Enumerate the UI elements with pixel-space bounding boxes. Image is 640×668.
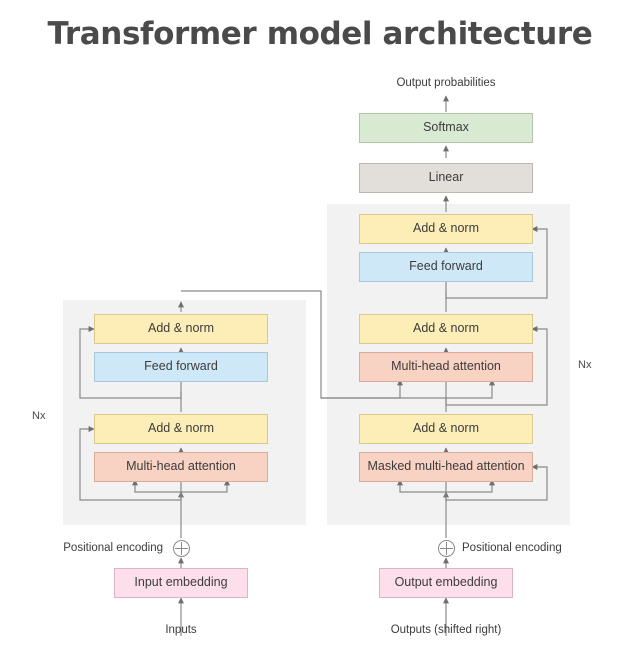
encoder-repeat-count-label: Nx bbox=[32, 410, 46, 422]
decoder-output-embedding[interactable]: Output embedding bbox=[379, 568, 513, 598]
caption-positional-encoding-right: Positional encoding bbox=[462, 542, 562, 554]
diagram-canvas: Transformer model architecture Softmax L… bbox=[0, 0, 640, 668]
decoder-block-masked-multi-head-attention[interactable]: Masked multi-head attention bbox=[359, 452, 533, 482]
decoder-block-add-norm-ffn[interactable]: Add & norm bbox=[359, 214, 533, 244]
decoder-block-add-norm-masked[interactable]: Add & norm bbox=[359, 414, 533, 444]
decoder-block-feed-forward[interactable]: Feed forward bbox=[359, 252, 533, 282]
caption-outputs-shifted-right: Outputs (shifted right) bbox=[390, 624, 502, 636]
encoder-block-add-norm-attention[interactable]: Add & norm bbox=[94, 414, 268, 444]
encoder-input-embedding[interactable]: Input embedding bbox=[114, 568, 248, 598]
caption-inputs: Inputs bbox=[165, 624, 197, 636]
encoder-block-add-norm-ffn[interactable]: Add & norm bbox=[94, 314, 268, 344]
decoder-block-linear[interactable]: Linear bbox=[359, 163, 533, 193]
caption-output-probabilities: Output probabilities bbox=[396, 77, 496, 89]
encoder-block-multi-head-attention[interactable]: Multi-head attention bbox=[94, 452, 268, 482]
caption-positional-encoding-left: Positional encoding bbox=[63, 542, 163, 554]
decoder-block-multi-head-attention[interactable]: Multi-head attention bbox=[359, 352, 533, 382]
positional-encoding-add-icon-right bbox=[438, 540, 455, 557]
encoder-block-feed-forward[interactable]: Feed forward bbox=[94, 352, 268, 382]
decoder-block-softmax[interactable]: Softmax bbox=[359, 113, 533, 143]
decoder-block-add-norm-cross[interactable]: Add & norm bbox=[359, 314, 533, 344]
decoder-repeat-count-label: Nx bbox=[578, 359, 592, 371]
positional-encoding-add-icon-left bbox=[173, 540, 190, 557]
